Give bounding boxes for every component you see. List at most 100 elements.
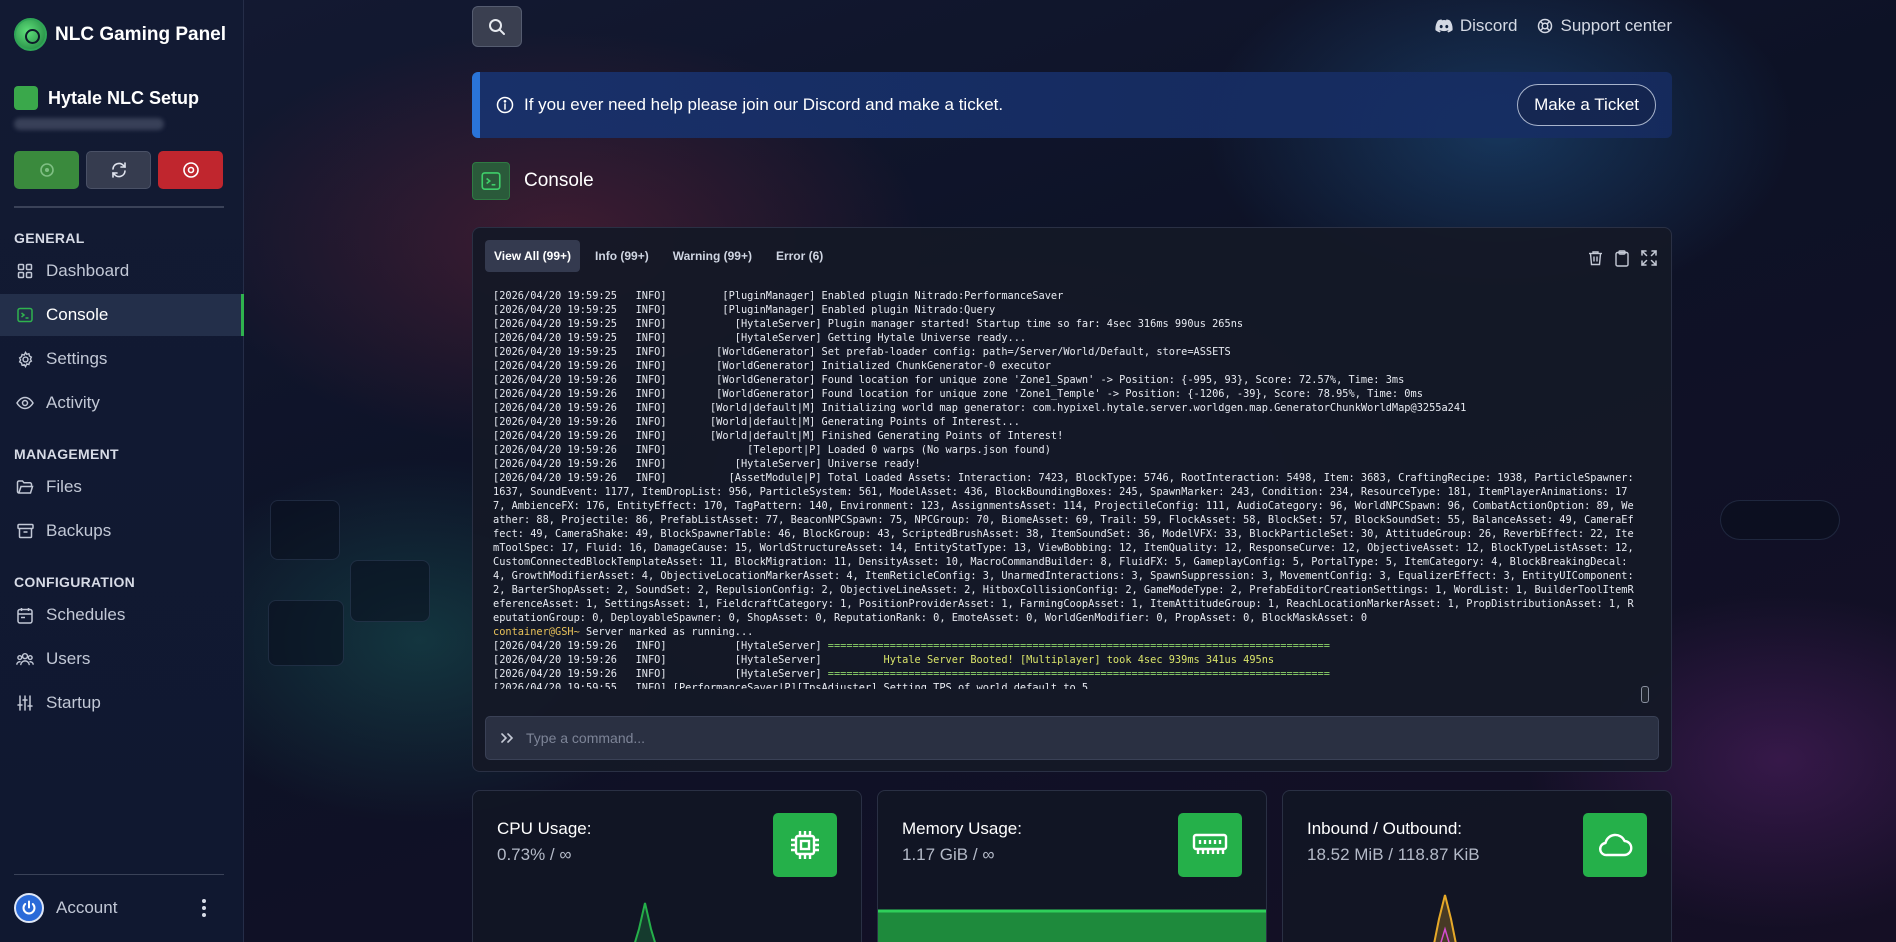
server-name: Hytale NLC Setup (48, 87, 200, 108)
eye-icon (16, 394, 34, 412)
clipboard-icon[interactable] (1615, 250, 1629, 267)
sidebar-item-files[interactable]: Files (0, 466, 244, 508)
memory-graph (878, 909, 1266, 942)
section-title-management: MANAGEMENT (14, 446, 119, 462)
restart-button[interactable] (86, 151, 151, 189)
log-line: container@GSH~ Server marked as running.… (493, 625, 1637, 639)
sidebar-item-label: Backups (46, 521, 112, 540)
server-status-indicator (14, 86, 38, 110)
sidebar-item-dashboard[interactable]: Dashboard (0, 250, 244, 292)
console-header: Console (472, 162, 594, 200)
background-decoration (350, 560, 430, 622)
expand-icon[interactable] (1641, 250, 1657, 266)
log-line: [2026/04/20 19:59:26 INFO] [HytaleServer… (493, 668, 1330, 680)
terminal-icon (472, 162, 510, 200)
discord-label: Discord (1459, 16, 1518, 35)
log-line: [2026/04/20 19:59:26 INFO] [WorldGenerat… (493, 360, 1051, 372)
stat-value: 0.73% / ∞ (497, 845, 572, 864)
stop-button[interactable] (158, 151, 223, 189)
console-panel: View All (99+) Info (99+) Warning (99+) … (472, 227, 1672, 772)
sidebar-item-label: Users (46, 649, 91, 668)
sidebar-item-startup[interactable]: Startup (0, 682, 244, 724)
tab-view-all[interactable]: View All (99+) (485, 240, 581, 272)
support-label: Support center (1560, 16, 1672, 35)
sidebar-item-settings[interactable]: Settings (0, 338, 244, 380)
sidebar-item-label: Console (46, 305, 109, 324)
container-message: Server marked as running... (579, 626, 754, 638)
stat-value: 18.52 MiB / 118.87 KiB (1307, 845, 1480, 864)
support-link[interactable]: Support center (1537, 16, 1672, 36)
users-icon (16, 650, 34, 668)
discord-icon (1435, 19, 1453, 33)
container-prefix: container@GSH~ (493, 626, 580, 638)
log-line: [2026/04/20 19:59:26 INFO] [WorldGenerat… (493, 374, 1405, 386)
calendar-icon (16, 606, 34, 624)
tab-error[interactable]: Error (6) (767, 240, 832, 272)
stat-value: 1.17 GiB / ∞ (902, 845, 995, 864)
section-title-general: GENERAL (14, 230, 85, 246)
brand[interactable]: NLC Gaming Panel (14, 18, 226, 51)
lifebuoy-icon (1538, 18, 1553, 34)
sidebar-item-label: Schedules (46, 605, 126, 624)
log-line: [2026/04/20 19:59:26 INFO] [HytaleServer… (493, 640, 1330, 652)
sliders-icon (16, 694, 34, 712)
trash-icon[interactable] (1588, 250, 1603, 266)
top-links: Discord Support center (1435, 16, 1672, 36)
log-line: [2026/04/20 19:59:25 INFO] [PluginManage… (493, 290, 1064, 302)
sidebar-item-label: Activity (46, 393, 100, 412)
log-line: [2026/04/20 19:59:26 INFO] [HytaleServer… (493, 654, 1275, 666)
memory-usage-card: Memory Usage: 1.17 GiB / ∞ (877, 790, 1267, 942)
log-line: [2026/04/20 19:59:25 INFO] [HytaleServer… (493, 318, 1244, 330)
account-button[interactable]: Account (14, 893, 117, 923)
account-label: Account (56, 898, 118, 917)
stat-label: Inbound / Outbound: (1307, 819, 1463, 838)
network-graph (1433, 894, 1457, 942)
server-header: Hytale NLC Setup (14, 86, 199, 110)
sidebar: NLC Gaming Panel Hytale NLC Setup GENERA… (0, 0, 244, 942)
log-line: [2026/04/20 19:59:26 INFO] [World|defaul… (493, 430, 1064, 442)
memory-icon (1178, 813, 1242, 877)
power-controls (14, 151, 223, 189)
sidebar-divider (14, 874, 224, 875)
cloud-icon (1583, 813, 1647, 877)
sidebar-item-label: Startup (46, 693, 101, 712)
archive-icon (16, 522, 34, 540)
avatar (14, 893, 44, 923)
log-scrollbar[interactable] (1641, 686, 1649, 703)
search-icon (489, 18, 505, 35)
refresh-icon (111, 162, 126, 178)
sidebar-item-backups[interactable]: Backups (0, 510, 244, 552)
log-filter-tabs: View All (99+) Info (99+) Warning (99+) … (485, 240, 832, 272)
log-line: [2026/04/20 19:59:25 INFO] [HytaleServer… (493, 332, 1027, 344)
sidebar-item-label: Dashboard (46, 261, 130, 280)
log-line: [2026/04/20 19:59:26 INFO] [Teleport|P] … (493, 444, 1051, 456)
tab-warning[interactable]: Warning (99+) (664, 240, 761, 272)
power-circle-icon (39, 163, 54, 177)
console-log: [2026/04/20 19:59:25 INFO] [PluginManage… (493, 289, 1637, 689)
start-button[interactable] (14, 151, 79, 189)
log-line: [2026/04/20 19:59:26 INFO] [WorldGenerat… (493, 388, 1423, 400)
brand-name: NLC Gaming Panel (55, 23, 227, 45)
tab-info[interactable]: Info (99+) (586, 240, 658, 272)
console-tools (1588, 250, 1657, 267)
sidebar-item-users[interactable]: Users (0, 638, 244, 680)
log-line: [2026/04/20 19:59:26 INFO] [World|defaul… (493, 416, 1020, 428)
cpu-icon (773, 813, 837, 877)
command-input[interactable] (526, 730, 1626, 746)
make-ticket-button[interactable]: Make a Ticket (1517, 84, 1656, 126)
background-decoration (1720, 500, 1840, 540)
sidebar-item-activity[interactable]: Activity (0, 382, 244, 424)
cpu-usage-card: CPU Usage: 0.73% / ∞ (472, 790, 862, 942)
sidebar-divider (14, 206, 224, 208)
grid-icon (16, 262, 34, 280)
more-vertical-icon[interactable] (196, 896, 212, 920)
background-decoration (270, 500, 340, 560)
sidebar-item-schedules[interactable]: Schedules (0, 594, 244, 636)
discord-link[interactable]: Discord (1435, 16, 1518, 36)
log-line: [2026/04/20 19:59:25 INFO] [WorldGenerat… (493, 346, 1231, 358)
terminal-icon (16, 306, 34, 324)
brand-logo (14, 18, 47, 51)
search-button[interactable] (472, 6, 522, 47)
sidebar-item-console[interactable]: Console (0, 294, 244, 336)
log-line: [2026/04/20 19:59:26 INFO] [AssetModule|… (493, 472, 1634, 624)
